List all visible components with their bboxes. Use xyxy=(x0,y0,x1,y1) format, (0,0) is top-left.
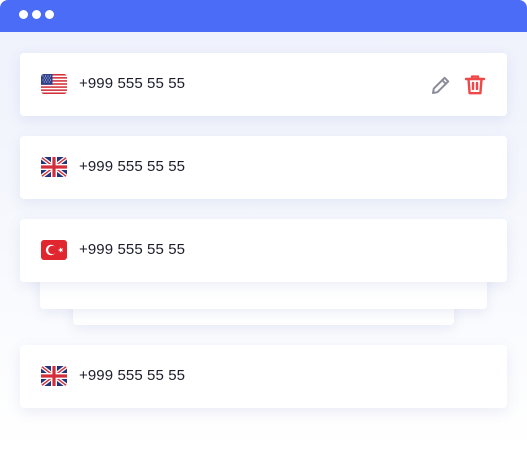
turkey-flag-icon xyxy=(41,240,67,260)
app-window: +999 555 55 55 +999 555 55 55 +999 555 5… xyxy=(0,0,527,450)
window-control-dot[interactable] xyxy=(32,10,41,19)
window-control-dot[interactable] xyxy=(19,10,28,19)
trash-icon[interactable] xyxy=(463,73,487,97)
uk-flag-icon xyxy=(41,366,67,386)
uk-flag-icon xyxy=(41,157,67,177)
edit-icon[interactable] xyxy=(429,73,453,97)
contact-card[interactable]: +999 555 55 55 xyxy=(20,136,507,199)
contact-card[interactable]: +999 555 55 55 xyxy=(20,53,507,116)
phone-number: +999 555 55 55 xyxy=(79,158,186,175)
window-titlebar xyxy=(0,0,527,32)
contact-card[interactable]: +999 555 55 55 xyxy=(20,219,507,282)
phone-number: +999 555 55 55 xyxy=(79,241,186,258)
window-control-dot[interactable] xyxy=(45,10,54,19)
phone-number: +999 555 55 55 xyxy=(79,75,186,92)
us-flag-icon xyxy=(41,74,67,94)
contact-card[interactable]: +999 555 55 55 xyxy=(20,345,507,408)
phone-number: +999 555 55 55 xyxy=(79,367,186,384)
